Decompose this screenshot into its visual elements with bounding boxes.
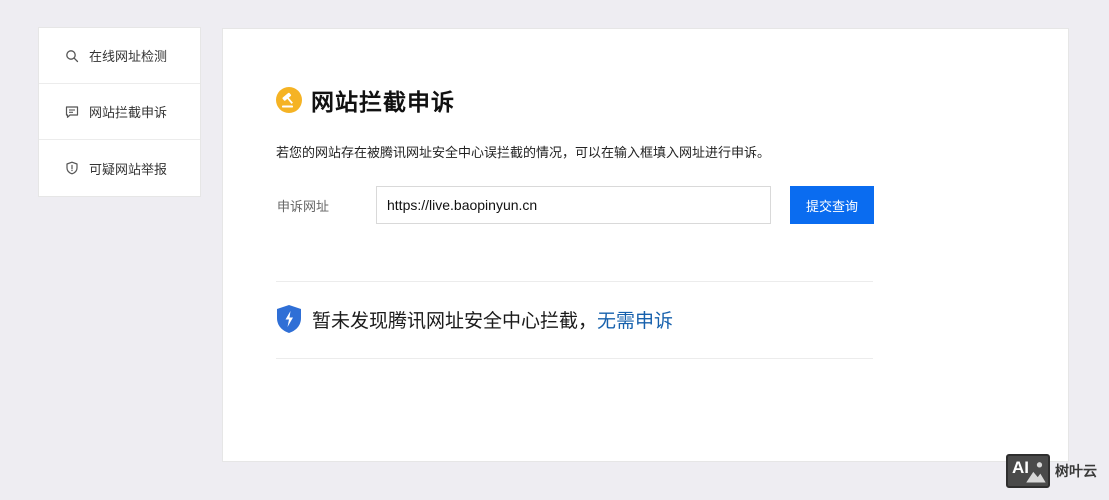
shield-alert-icon: [65, 161, 79, 175]
main-panel: 网站拦截申诉 若您的网站存在被腾讯网址安全中心误拦截的情况，可以在输入框填入网址…: [222, 28, 1069, 462]
sidebar-item-online-check[interactable]: 在线网址检测: [39, 28, 200, 84]
gavel-icon: [276, 87, 302, 113]
result-text: 暂未发现腾讯网址安全中心拦截，: [312, 309, 598, 332]
appeal-url-label: 申诉网址: [277, 200, 330, 215]
sidebar-item-appeal[interactable]: 网站拦截申诉: [39, 84, 200, 140]
watermark-logo: AI: [1006, 454, 1050, 488]
page-title: 网站拦截申诉: [311, 90, 455, 116]
page-description: 若您的网站存在被腾讯网址安全中心误拦截的情况，可以在输入框填入网址进行申诉。: [276, 146, 771, 161]
search-icon: [65, 49, 79, 63]
submit-query-button[interactable]: 提交查询: [790, 186, 874, 224]
sidebar-item-label: 在线网址检测: [89, 50, 168, 65]
watermark-name: 树叶云: [1055, 464, 1097, 480]
appeal-url-input[interactable]: [376, 186, 771, 224]
no-appeal-needed-link[interactable]: 无需申诉: [597, 306, 673, 333]
sidebar-item-label: 网站拦截申诉: [89, 106, 168, 121]
result-message: 暂未发现腾讯网址安全中心拦截， 无需申诉: [276, 304, 673, 334]
divider: [276, 281, 873, 282]
security-shield-icon: [276, 304, 302, 334]
page-header: 网站拦截申诉: [276, 83, 455, 117]
sidebar-item-label: 可疑网站举报: [89, 162, 168, 178]
sidebar-item-report[interactable]: 可疑网站举报: [39, 140, 200, 196]
divider: [276, 358, 873, 359]
message-icon: [65, 105, 79, 119]
watermark: AI 树叶云: [1006, 454, 1097, 488]
sidebar: 在线网址检测 网站拦截申诉 可疑网站举报: [38, 27, 201, 197]
